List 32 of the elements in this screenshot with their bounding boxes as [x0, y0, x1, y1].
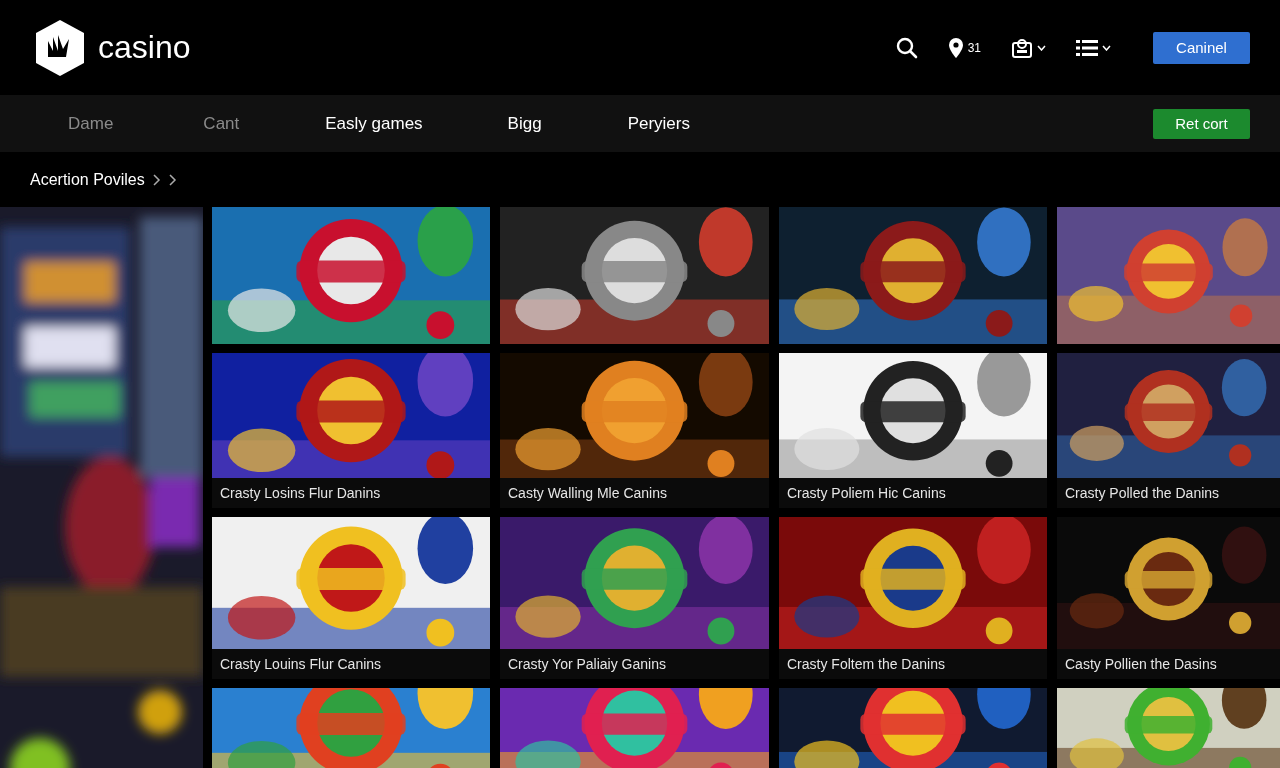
- game-caption: Casty Pollien the Dasins: [1064, 655, 1218, 674]
- breadcrumb-link[interactable]: Acertion Poviles: [30, 170, 145, 189]
- nav-button[interactable]: Ret cort: [1153, 108, 1250, 139]
- header-button[interactable]: Caninel: [1153, 31, 1250, 64]
- list-icon[interactable]: [1076, 38, 1098, 57]
- game-caption: Crasty Losins Flur Danins: [219, 484, 382, 503]
- nav-link[interactable]: Peryiers: [627, 113, 690, 134]
- logo-text: casino: [98, 29, 191, 66]
- game-tile[interactable]: Crasty Losins Flur Danins: [212, 353, 490, 508]
- nav-link[interactable]: Easly games: [325, 113, 423, 134]
- game-caption: Crasty Foltem the Danins: [786, 655, 946, 674]
- search-icon[interactable]: [895, 36, 918, 59]
- chevron-right-icon: [152, 173, 161, 186]
- chevron-right-icon: [168, 173, 177, 186]
- pin-icon[interactable]: [947, 36, 964, 59]
- nav-link[interactable]: Bigg: [507, 113, 542, 134]
- badge-icon[interactable]: [1011, 36, 1033, 59]
- game-tile[interactable]: Crasty Foltem the Danins: [779, 517, 1047, 679]
- game-caption: Crasty Polled the Danins: [1064, 484, 1221, 503]
- game-tile[interactable]: Crasty Polled the Danins: [1057, 353, 1280, 508]
- game-tile[interactable]: Casty Walling Mle Canins: [500, 353, 769, 508]
- game-caption: Crasty Yor Paliaiy Ganins: [507, 655, 667, 674]
- game-caption: Crasty Poliem Hic Canins: [786, 484, 947, 503]
- game-caption: Casty Walling Mle Canins: [507, 484, 668, 503]
- logo-icon[interactable]: [34, 18, 86, 77]
- game-caption: Crasty Louins Flur Canins: [219, 655, 383, 674]
- caret-icon: [1102, 44, 1111, 51]
- location-count: 31: [967, 40, 981, 55]
- game-tile[interactable]: Crasty Poliem Hic Canins: [779, 353, 1047, 508]
- game-tile[interactable]: Crasty Yor Paliaiy Ganins: [500, 517, 769, 679]
- game-tile[interactable]: Crasty Louins Flur Canins: [212, 517, 490, 679]
- caret-icon: [1037, 44, 1046, 51]
